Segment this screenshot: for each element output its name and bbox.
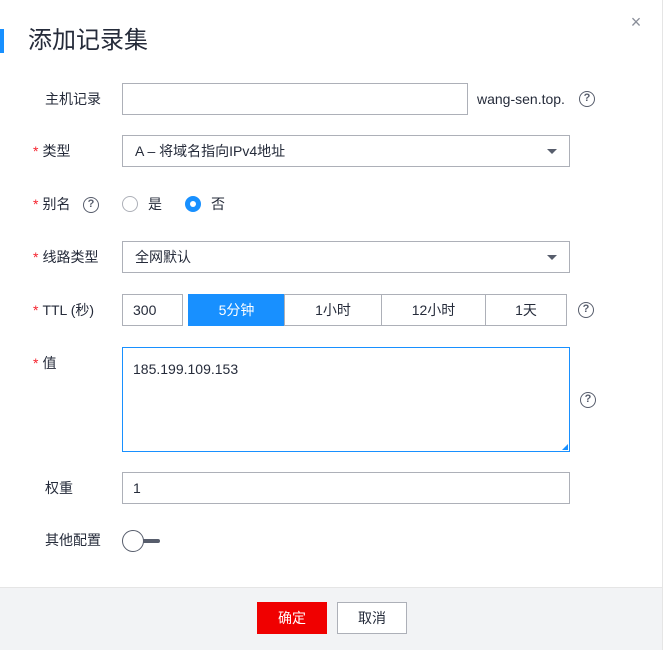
alias-yes-label: 是 [148,196,162,212]
chevron-down-icon [547,255,557,260]
close-icon[interactable]: × [628,13,644,31]
confirm-button[interactable]: 确定 [257,602,327,634]
title-accent-bar [0,29,4,53]
chevron-down-icon [547,149,557,154]
domain-suffix: wang-sen.top. [477,91,565,107]
weight-label: 权重 [45,480,73,496]
line-type-label: * 线路类型 [33,247,98,267]
resize-handle-icon[interactable] [562,444,568,450]
host-record-help-icon[interactable]: ? [579,91,595,107]
alias-no-label: 否 [211,196,225,212]
line-type-select[interactable]: 全网默认 [122,241,570,273]
ttl-preset-1day[interactable]: 1天 [485,294,567,326]
ttl-label-text: TTL (秒) [42,302,95,318]
required-mark: * [33,143,39,159]
toggle-knob [122,530,144,552]
value-help-icon[interactable]: ? [580,392,596,408]
ttl-help-icon[interactable]: ? [578,302,594,318]
value-label-text: 值 [42,355,57,371]
ttl-preset-5min[interactable]: 5分钟 [188,294,285,326]
value-text: 185.199.109.153 [133,361,239,377]
record-type-value: A – 将域名指向IPv4地址 [135,143,286,159]
value-textarea[interactable]: 185.199.109.153 [122,347,570,452]
required-mark: * [33,249,39,265]
alias-no-radio[interactable] [185,196,201,212]
add-record-set-dialog: 添加记录集 × 主机记录 wang-sen.top. ? * 类型 A – 将域名… [0,0,667,650]
other-config-label: 其他配置 [45,532,101,548]
type-label: * 类型 [33,141,70,161]
alias-help-icon[interactable]: ? [83,197,99,213]
ttl-preset-1hour[interactable]: 1小时 [284,294,382,326]
ttl-input[interactable] [122,294,183,326]
weight-input[interactable] [122,472,570,504]
ttl-preset-12hours[interactable]: 12小时 [381,294,486,326]
value-label: * 值 [33,353,56,373]
other-config-toggle[interactable] [122,530,160,552]
line-type-value: 全网默认 [135,249,191,265]
dialog-footer [0,587,662,650]
host-record-label: 主机记录 [45,91,101,107]
required-mark: * [33,196,39,212]
dialog-title: 添加记录集 [28,27,148,54]
dialog-edge [662,0,663,650]
ttl-label: * TTL (秒) [33,300,94,320]
alias-label: * 别名 [33,194,70,214]
line-type-label-text: 线路类型 [42,249,99,265]
alias-label-text: 别名 [42,196,71,212]
alias-yes-radio[interactable] [122,196,138,212]
required-mark: * [33,355,39,371]
required-mark: * [33,302,39,318]
record-type-select[interactable]: A – 将域名指向IPv4地址 [122,135,570,167]
type-label-text: 类型 [42,143,71,159]
cancel-button[interactable]: 取消 [337,602,407,634]
host-record-input[interactable] [122,83,468,115]
